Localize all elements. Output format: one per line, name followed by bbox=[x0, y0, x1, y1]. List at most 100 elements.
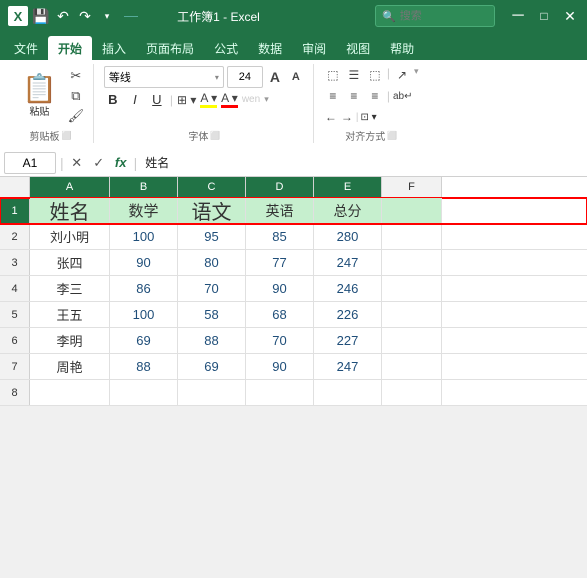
cell-F3[interactable] bbox=[382, 250, 442, 275]
cell-F5[interactable] bbox=[382, 302, 442, 327]
cell-D2[interactable]: 85 bbox=[246, 224, 314, 249]
cell-E3[interactable]: 247 bbox=[314, 250, 382, 275]
tab-data[interactable]: 数据 bbox=[248, 36, 292, 60]
font-size-selector[interactable]: 24 bbox=[227, 66, 263, 88]
cell-F6[interactable] bbox=[382, 328, 442, 353]
cell-B5[interactable]: 100 bbox=[110, 302, 178, 327]
increase-indent-icon[interactable]: → bbox=[340, 108, 354, 126]
cell-E5[interactable]: 226 bbox=[314, 302, 382, 327]
col-header-E[interactable]: E bbox=[314, 177, 382, 197]
align-top-icon[interactable]: ⬚ bbox=[324, 66, 342, 84]
bold-button[interactable]: B bbox=[104, 92, 122, 107]
row-num-6[interactable]: 6 bbox=[0, 328, 30, 353]
cell-B1[interactable]: 数学 bbox=[110, 198, 178, 223]
cell-B4[interactable]: 86 bbox=[110, 276, 178, 301]
align-center-icon[interactable]: ≡ bbox=[345, 87, 363, 105]
search-box[interactable]: 🔍 bbox=[375, 5, 495, 27]
row-num-3[interactable]: 3 bbox=[0, 250, 30, 275]
cell-B7[interactable]: 88 bbox=[110, 354, 178, 379]
cell-A5[interactable]: 王五 bbox=[30, 302, 110, 327]
cell-B8[interactable] bbox=[110, 380, 178, 405]
cell-D7[interactable]: 90 bbox=[246, 354, 314, 379]
paste-button[interactable]: 📋 粘贴 bbox=[16, 73, 63, 120]
cell-B3[interactable]: 90 bbox=[110, 250, 178, 275]
underline-button[interactable]: U bbox=[148, 92, 166, 107]
tab-home[interactable]: 开始 bbox=[48, 36, 92, 60]
cell-D3[interactable]: 77 bbox=[246, 250, 314, 275]
insert-function-icon[interactable]: fx bbox=[112, 154, 130, 172]
cell-E1[interactable]: 总分 bbox=[314, 198, 382, 223]
merge-cells-button[interactable]: ⊡ ▾ bbox=[360, 112, 376, 123]
row-num-5[interactable]: 5 bbox=[0, 302, 30, 327]
cancel-formula-icon[interactable]: ✕ bbox=[68, 154, 86, 172]
align-bottom-icon[interactable]: ⬚ bbox=[366, 66, 384, 84]
row-num-1[interactable]: 1 bbox=[0, 198, 30, 223]
italic-button[interactable]: I bbox=[126, 92, 144, 107]
col-header-C[interactable]: C bbox=[178, 177, 246, 197]
font-color-button[interactable]: A ▾ bbox=[221, 91, 238, 108]
cell-C8[interactable] bbox=[178, 380, 246, 405]
col-header-F[interactable]: F bbox=[382, 177, 442, 197]
cell-F4[interactable] bbox=[382, 276, 442, 301]
cell-A4[interactable]: 李三 bbox=[30, 276, 110, 301]
cell-F8[interactable] bbox=[382, 380, 442, 405]
cell-D5[interactable]: 68 bbox=[246, 302, 314, 327]
alignment-expand-icon[interactable]: ⬜ bbox=[387, 131, 397, 140]
cell-E8[interactable] bbox=[314, 380, 382, 405]
cell-F7[interactable] bbox=[382, 354, 442, 379]
cell-A6[interactable]: 李明 bbox=[30, 328, 110, 353]
align-right-icon[interactable]: ≡ bbox=[366, 87, 384, 105]
clipboard-expand-icon[interactable]: ⬜ bbox=[61, 131, 71, 140]
font-size-decrease-icon[interactable]: A bbox=[287, 68, 305, 86]
copy-icon[interactable]: ⧉ bbox=[67, 87, 85, 105]
tab-review[interactable]: 审阅 bbox=[292, 36, 336, 60]
cell-D4[interactable]: 90 bbox=[246, 276, 314, 301]
cut-icon[interactable]: ✂ bbox=[67, 67, 85, 85]
row-num-7[interactable]: 7 bbox=[0, 354, 30, 379]
tab-insert[interactable]: 插入 bbox=[92, 36, 136, 60]
border-button[interactable]: ⊞ ▾ bbox=[177, 93, 196, 107]
col-header-A[interactable]: A bbox=[30, 177, 110, 197]
cell-D6[interactable]: 70 bbox=[246, 328, 314, 353]
cell-A7[interactable]: 周艳 bbox=[30, 354, 110, 379]
cell-A3[interactable]: 张四 bbox=[30, 250, 110, 275]
cell-D1[interactable]: 英语 bbox=[246, 198, 314, 223]
minimize-icon[interactable]: ─ bbox=[509, 7, 527, 25]
tab-help[interactable]: 帮助 bbox=[380, 36, 424, 60]
cell-F1[interactable] bbox=[382, 198, 442, 223]
cell-E7[interactable]: 247 bbox=[314, 354, 382, 379]
cell-C2[interactable]: 95 bbox=[178, 224, 246, 249]
cell-E6[interactable]: 227 bbox=[314, 328, 382, 353]
cell-A1[interactable]: 姓名 bbox=[30, 198, 110, 223]
decrease-indent-icon[interactable]: ← bbox=[324, 108, 338, 126]
tab-pagelayout[interactable]: 页面布局 bbox=[136, 36, 204, 60]
font-expand-icon[interactable]: ⬜ bbox=[210, 131, 220, 140]
cell-C1[interactable]: 语文 bbox=[178, 198, 246, 223]
cell-E4[interactable]: 246 bbox=[314, 276, 382, 301]
cell-D8[interactable] bbox=[246, 380, 314, 405]
close-icon[interactable]: ✕ bbox=[561, 7, 579, 25]
font-name-selector[interactable]: 等线 ▾ bbox=[104, 66, 224, 88]
cell-A8[interactable] bbox=[30, 380, 110, 405]
cell-C3[interactable]: 80 bbox=[178, 250, 246, 275]
format-painter-icon[interactable]: 🖌 bbox=[67, 107, 85, 125]
cell-B2[interactable]: 100 bbox=[110, 224, 178, 249]
row-num-2[interactable]: 2 bbox=[0, 224, 30, 249]
col-header-B[interactable]: B bbox=[110, 177, 178, 197]
cell-B6[interactable]: 69 bbox=[110, 328, 178, 353]
fill-color-button[interactable]: A ▾ bbox=[200, 91, 217, 108]
row-num-4[interactable]: 4 bbox=[0, 276, 30, 301]
align-middle-icon[interactable]: ☰ bbox=[345, 66, 363, 84]
cell-C4[interactable]: 70 bbox=[178, 276, 246, 301]
cell-reference-box[interactable]: A1 bbox=[4, 152, 56, 174]
search-input[interactable] bbox=[400, 10, 490, 22]
tab-formulas[interactable]: 公式 bbox=[204, 36, 248, 60]
maximize-icon[interactable]: □ bbox=[535, 7, 553, 25]
cell-C6[interactable]: 88 bbox=[178, 328, 246, 353]
col-header-D[interactable]: D bbox=[246, 177, 314, 197]
tab-view[interactable]: 视图 bbox=[336, 36, 380, 60]
angle-text-icon[interactable]: ↗ bbox=[393, 66, 411, 84]
cell-C7[interactable]: 69 bbox=[178, 354, 246, 379]
save-icon[interactable]: 💾 bbox=[32, 7, 50, 25]
cell-E2[interactable]: 280 bbox=[314, 224, 382, 249]
